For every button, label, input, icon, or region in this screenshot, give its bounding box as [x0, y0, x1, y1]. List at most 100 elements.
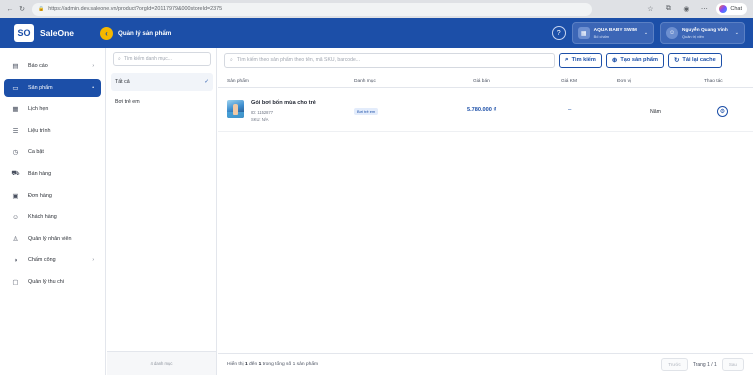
logo-text: SaleOne — [40, 28, 75, 38]
sidebar-item-wallet[interactable]: ▢ Quản lý thu chi — [4, 273, 101, 291]
lock-icon: 🔒 — [38, 6, 45, 12]
sidebar-item-label: Đơn hàng — [28, 192, 52, 199]
check-icon: ✓ — [204, 79, 209, 85]
chat-label: Chat — [730, 6, 742, 12]
chevron-down-icon: ⌄ — [643, 30, 649, 36]
user-menu[interactable]: ☺ Nguyễn Quang Vinh Quản trị viên ⌄ — [660, 22, 745, 44]
address-text: https://admin.dev.saleone.vn/product?org… — [48, 6, 223, 12]
address-bar[interactable]: 🔒 https://admin.dev.saleone.vn/product?o… — [32, 2, 592, 16]
report-icon: ▤ — [12, 63, 19, 70]
table-row[interactable]: Gói bơi bốn mùa cho trẻ ID: 1152877 SKU:… — [218, 89, 753, 132]
sidebar-item-label: Chấm công — [28, 257, 56, 264]
reload-icon[interactable]: ↻ — [16, 3, 28, 15]
refresh-icon: ↻ — [673, 57, 680, 64]
chevron-left-icon: ‹ — [105, 28, 108, 38]
category-list: Tất cả ✓ Bơi trẻ em — [111, 73, 213, 113]
help-button[interactable]: ? — [551, 26, 566, 40]
product-name[interactable]: Gói bơi bốn mùa cho trẻ — [251, 100, 316, 106]
calendar-icon: ▦ — [12, 106, 19, 114]
next-page-button[interactable]: Sau — [721, 358, 744, 371]
sidebar-item-monitor[interactable]: ▭ Sản phẩm • — [4, 78, 101, 97]
col-actions: Thao tác — [704, 79, 723, 84]
col-category: Danh mục — [354, 79, 376, 84]
col-price: Giá bán — [473, 79, 490, 84]
promo-price: – — [568, 107, 572, 113]
col-promo: Giá KM — [561, 79, 577, 84]
product-search-placeholder: Tìm kiếm theo sản phẩm theo tên, mã SKU,… — [236, 57, 361, 63]
search-button[interactable]: ⌕ Tìm kiếm — [559, 52, 602, 68]
sidebar-item-users[interactable]: ☺ Khách hàng — [4, 208, 101, 226]
timesheet-icon: ◑ — [13, 256, 18, 264]
box-icon: ▣ — [12, 192, 19, 200]
category-panel: ⌕ Tìm kiếm danh mục... Tất cả ✓ Bơi trẻ em… — [107, 48, 217, 375]
toolbar: ⌕ Tìm kiếm theo sản phẩm theo tên, mã SK… — [224, 52, 746, 68]
product-search-input[interactable]: ⌕ Tìm kiếm theo sản phẩm theo tên, mã SK… — [224, 52, 555, 68]
chat-button[interactable]: Chat — [716, 3, 747, 15]
product-sku: SKU: N/A — [251, 117, 269, 122]
user-name: Nguyễn Quang Vinh — [682, 27, 728, 33]
app-header: SO SaleOne ‹ Quản lý sản phẩm ? ▦ AQUA B… — [0, 18, 753, 48]
store-name: AQUA BABY SWIM — [593, 27, 637, 33]
menu-dots-icon[interactable]: ⋯ — [698, 3, 710, 15]
profile-icon[interactable]: ◉ — [680, 3, 692, 15]
clock-icon: ◷ — [12, 149, 19, 157]
sidebar-item-report[interactable]: ▤ Báo cáo › — [4, 57, 101, 75]
sidebar-item-list[interactable]: ☰ Liệu trình — [4, 122, 101, 140]
sidebar-item-label: Quản lý nhân viên — [28, 235, 72, 242]
sidebar-item-staff[interactable]: ♙ Quản lý nhân viên — [4, 230, 101, 248]
search-icon: ⌕ — [118, 56, 121, 62]
pager-to: 1 — [258, 362, 262, 367]
category-search-input[interactable]: ⌕ Tìm kiếm danh mục... — [113, 52, 211, 66]
category-item[interactable]: Bơi trẻ em — [111, 93, 213, 111]
monitor-icon: ▭ — [12, 84, 19, 92]
sidebar-item-calendar[interactable]: ▦ Lịch hẹn — [4, 100, 101, 118]
search-icon: ⌕ — [565, 56, 569, 63]
avatar: ☺ — [666, 27, 679, 39]
sidebar-item-label: Liệu trình — [28, 127, 51, 134]
sidebar-item-cart[interactable]: ⛟ Bán hàng — [4, 165, 101, 183]
back-arrow-icon[interactable]: ← — [4, 3, 16, 15]
logo-mark: SO — [14, 24, 34, 42]
sidebar-item-label: Khách hàng — [28, 214, 57, 221]
prev-page-button[interactable]: Trước — [661, 358, 688, 371]
logo[interactable]: SO SaleOne — [0, 24, 100, 42]
edit-action-button[interactable]: ⚙ — [717, 106, 728, 117]
search-button-label: Tìm kiếm — [571, 57, 596, 63]
staff-icon: ♙ — [12, 235, 19, 243]
store-icon: ▦ — [577, 27, 590, 39]
star-icon[interactable]: ☆ — [644, 3, 656, 15]
plus-circle-icon: ⊕ — [611, 57, 618, 64]
category-count: 4 danh mục — [107, 351, 216, 375]
create-product-label: Tạo sản phẩm — [620, 57, 658, 63]
sidebar-item-box[interactable]: ▣ Đơn hàng — [4, 187, 101, 205]
sidebar: ▤ Báo cáo › ▭ Sản phẩm • ▦ Lịch hẹn ☰ Liệu trình ◷… — [0, 48, 106, 375]
reload-cache-label: Tải lại cache — [682, 57, 716, 63]
category-search-placeholder: Tìm kiếm danh mục... — [123, 56, 172, 62]
col-unit: Đơn vị — [617, 79, 632, 84]
user-role: Quản trị viên — [682, 33, 705, 39]
copilot-icon — [719, 5, 728, 13]
pagination-info: Hiển thị 1 đến 1 trong tổng số 1 sản phẩ… — [227, 362, 318, 367]
sidebar-item-label: Bán hàng — [28, 170, 52, 177]
category-item-label: Tất cả — [115, 79, 130, 85]
search-icon: ⌕ — [230, 56, 233, 63]
store-selector[interactable]: ▦ AQUA BABY SWIM Bố chấm ⌄ — [571, 22, 655, 44]
pagination: Hiển thị 1 đến 1 trong tổng số 1 sản phẩ… — [218, 353, 753, 375]
sidebar-item-label: Ca bật — [28, 149, 44, 156]
category-item[interactable]: Tất cả ✓ — [111, 73, 213, 91]
sidebar-item-clock[interactable]: ◷ Ca bật — [4, 143, 101, 161]
extensions-icon[interactable]: ⧉ — [662, 3, 674, 15]
create-product-button[interactable]: ⊕ Tạo sản phẩm — [605, 52, 664, 68]
category-item-label: Bơi trẻ em — [115, 99, 140, 105]
col-product: Sản phẩm — [227, 79, 249, 84]
chevron-down-icon: ⌄ — [734, 30, 739, 36]
reload-cache-button[interactable]: ↻ Tải lại cache — [667, 52, 722, 68]
browser-toolbar: ← ↻ 🔒 https://admin.dev.saleone.vn/produ… — [0, 0, 753, 18]
back-button[interactable]: ‹ — [100, 26, 113, 40]
sidebar-item-timesheet[interactable]: ◑ Chấm công › — [4, 251, 101, 269]
category-badge: Bơi trẻ em — [354, 108, 379, 115]
cart-icon: ⛟ — [11, 170, 20, 178]
pager-mid: đến — [249, 362, 258, 367]
store-sub: Bố chấm — [593, 33, 610, 39]
list-icon: ☰ — [12, 127, 19, 135]
